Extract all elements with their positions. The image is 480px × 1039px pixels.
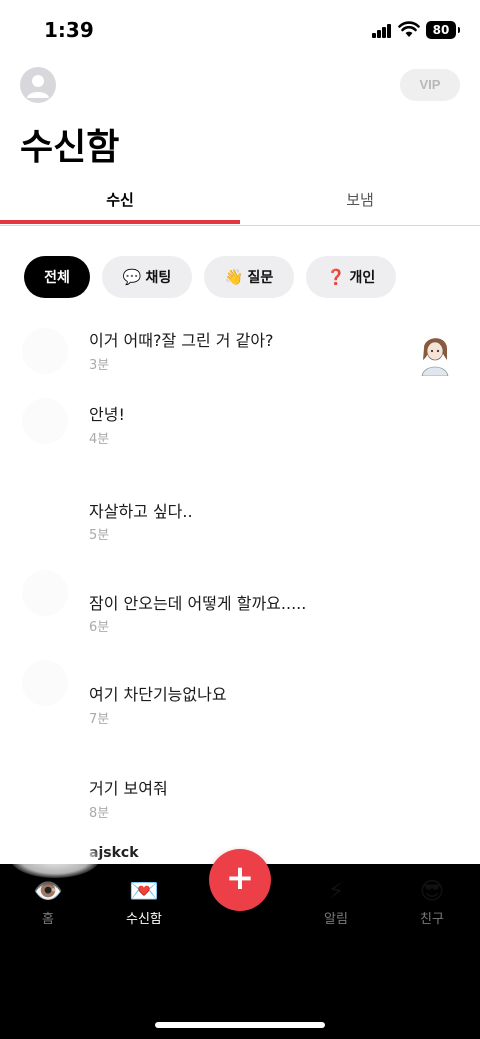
question-mark-icon: ❓ (326, 268, 346, 286)
eye-icon: 👁️ (33, 877, 63, 905)
message-item[interactable]: 이거 어때?잘 그린 거 같아? 3분 (0, 320, 480, 400)
message-item[interactable]: 여기 차단기능없나요 7분 (0, 660, 480, 750)
speech-bubble-icon: 💬 (122, 268, 142, 286)
cellular-signal-icon (372, 24, 392, 38)
filter-chips: 전체 💬 채팅 👋 질문 ❓ 개인 (0, 256, 480, 300)
drawing-thumbnail[interactable] (416, 330, 454, 376)
message-time: 4분 (89, 432, 110, 447)
message-time: 6분 (89, 620, 110, 635)
tabbar-home-label: 홈 (42, 912, 54, 927)
screen-smudge (10, 838, 100, 878)
vip-button[interactable]: VIP (400, 69, 460, 101)
waving-hand-icon: 👋 (224, 268, 244, 286)
tabbar-notifications[interactable]: ⚡ 알림 (288, 876, 384, 927)
filter-personal-label: 개인 (349, 270, 376, 286)
message-text: 여기 차단기능없나요 (89, 685, 227, 704)
lightning-icon: ⚡ (327, 877, 345, 905)
active-tab-indicator (0, 220, 240, 224)
filter-all-label: 전체 (44, 270, 70, 286)
message-time: 7분 (89, 712, 110, 727)
message-item[interactable]: 자살하고 싶다.. 5분 (0, 486, 480, 566)
battery-icon: 80 (426, 21, 460, 39)
tabbar-inbox[interactable]: 💌 수신함 (96, 876, 192, 927)
inbox-tabs: 수신 보냄 (0, 178, 480, 226)
profile-avatar[interactable] (20, 67, 56, 103)
tab-sent[interactable]: 보냄 (240, 178, 480, 224)
filter-question[interactable]: 👋 질문 (204, 256, 294, 298)
love-letter-icon: 💌 (129, 877, 159, 905)
status-time: 1:39 (44, 18, 94, 42)
compose-button[interactable]: + (209, 849, 271, 911)
sunglasses-face-icon: 😎 (419, 877, 445, 905)
tabbar-friends-label: 친구 (420, 912, 444, 927)
message-time: 3분 (89, 358, 110, 373)
message-item[interactable]: 거기 보여줘 8분 (0, 764, 480, 844)
message-text: 잠이 안오는데 어떻게 할까요..... (89, 594, 307, 613)
filter-chat[interactable]: 💬 채팅 (102, 256, 192, 298)
filter-personal[interactable]: ❓ 개인 (306, 256, 396, 298)
tab-received[interactable]: 수신 (0, 178, 240, 224)
tabbar-notifications-label: 알림 (324, 912, 348, 927)
message-text: 안녕! (89, 405, 125, 424)
message-item[interactable]: 잠이 안오는데 어떻게 할까요..... 6분 (0, 570, 480, 660)
person-icon (27, 75, 49, 98)
tabbar-friends[interactable]: 😎 친구 (384, 876, 480, 927)
status-bar: 1:39 80 (0, 0, 480, 60)
message-time: 5분 (89, 528, 110, 543)
message-text: 이거 어때?잘 그린 거 같아? (89, 331, 274, 350)
sender-avatar (22, 398, 68, 444)
tabbar-home[interactable]: 👁️ 홈 (0, 876, 96, 927)
filter-all[interactable]: 전체 (24, 256, 90, 298)
sender-avatar (22, 660, 68, 706)
page-title: 수신함 (20, 127, 120, 168)
message-item[interactable]: 안녕! 4분 (0, 390, 480, 470)
sender-avatar (22, 570, 68, 616)
tabbar-inbox-label: 수신함 (126, 912, 162, 927)
sender-avatar (22, 328, 68, 374)
home-indicator[interactable] (155, 1022, 325, 1028)
filter-chat-label: 채팅 (145, 270, 172, 286)
message-time: 8분 (89, 806, 110, 821)
wifi-icon (398, 21, 420, 37)
filter-question-label: 질문 (247, 270, 274, 286)
message-text: 거기 보여줘 (89, 779, 168, 798)
message-text: 자살하고 싶다.. (89, 502, 193, 521)
